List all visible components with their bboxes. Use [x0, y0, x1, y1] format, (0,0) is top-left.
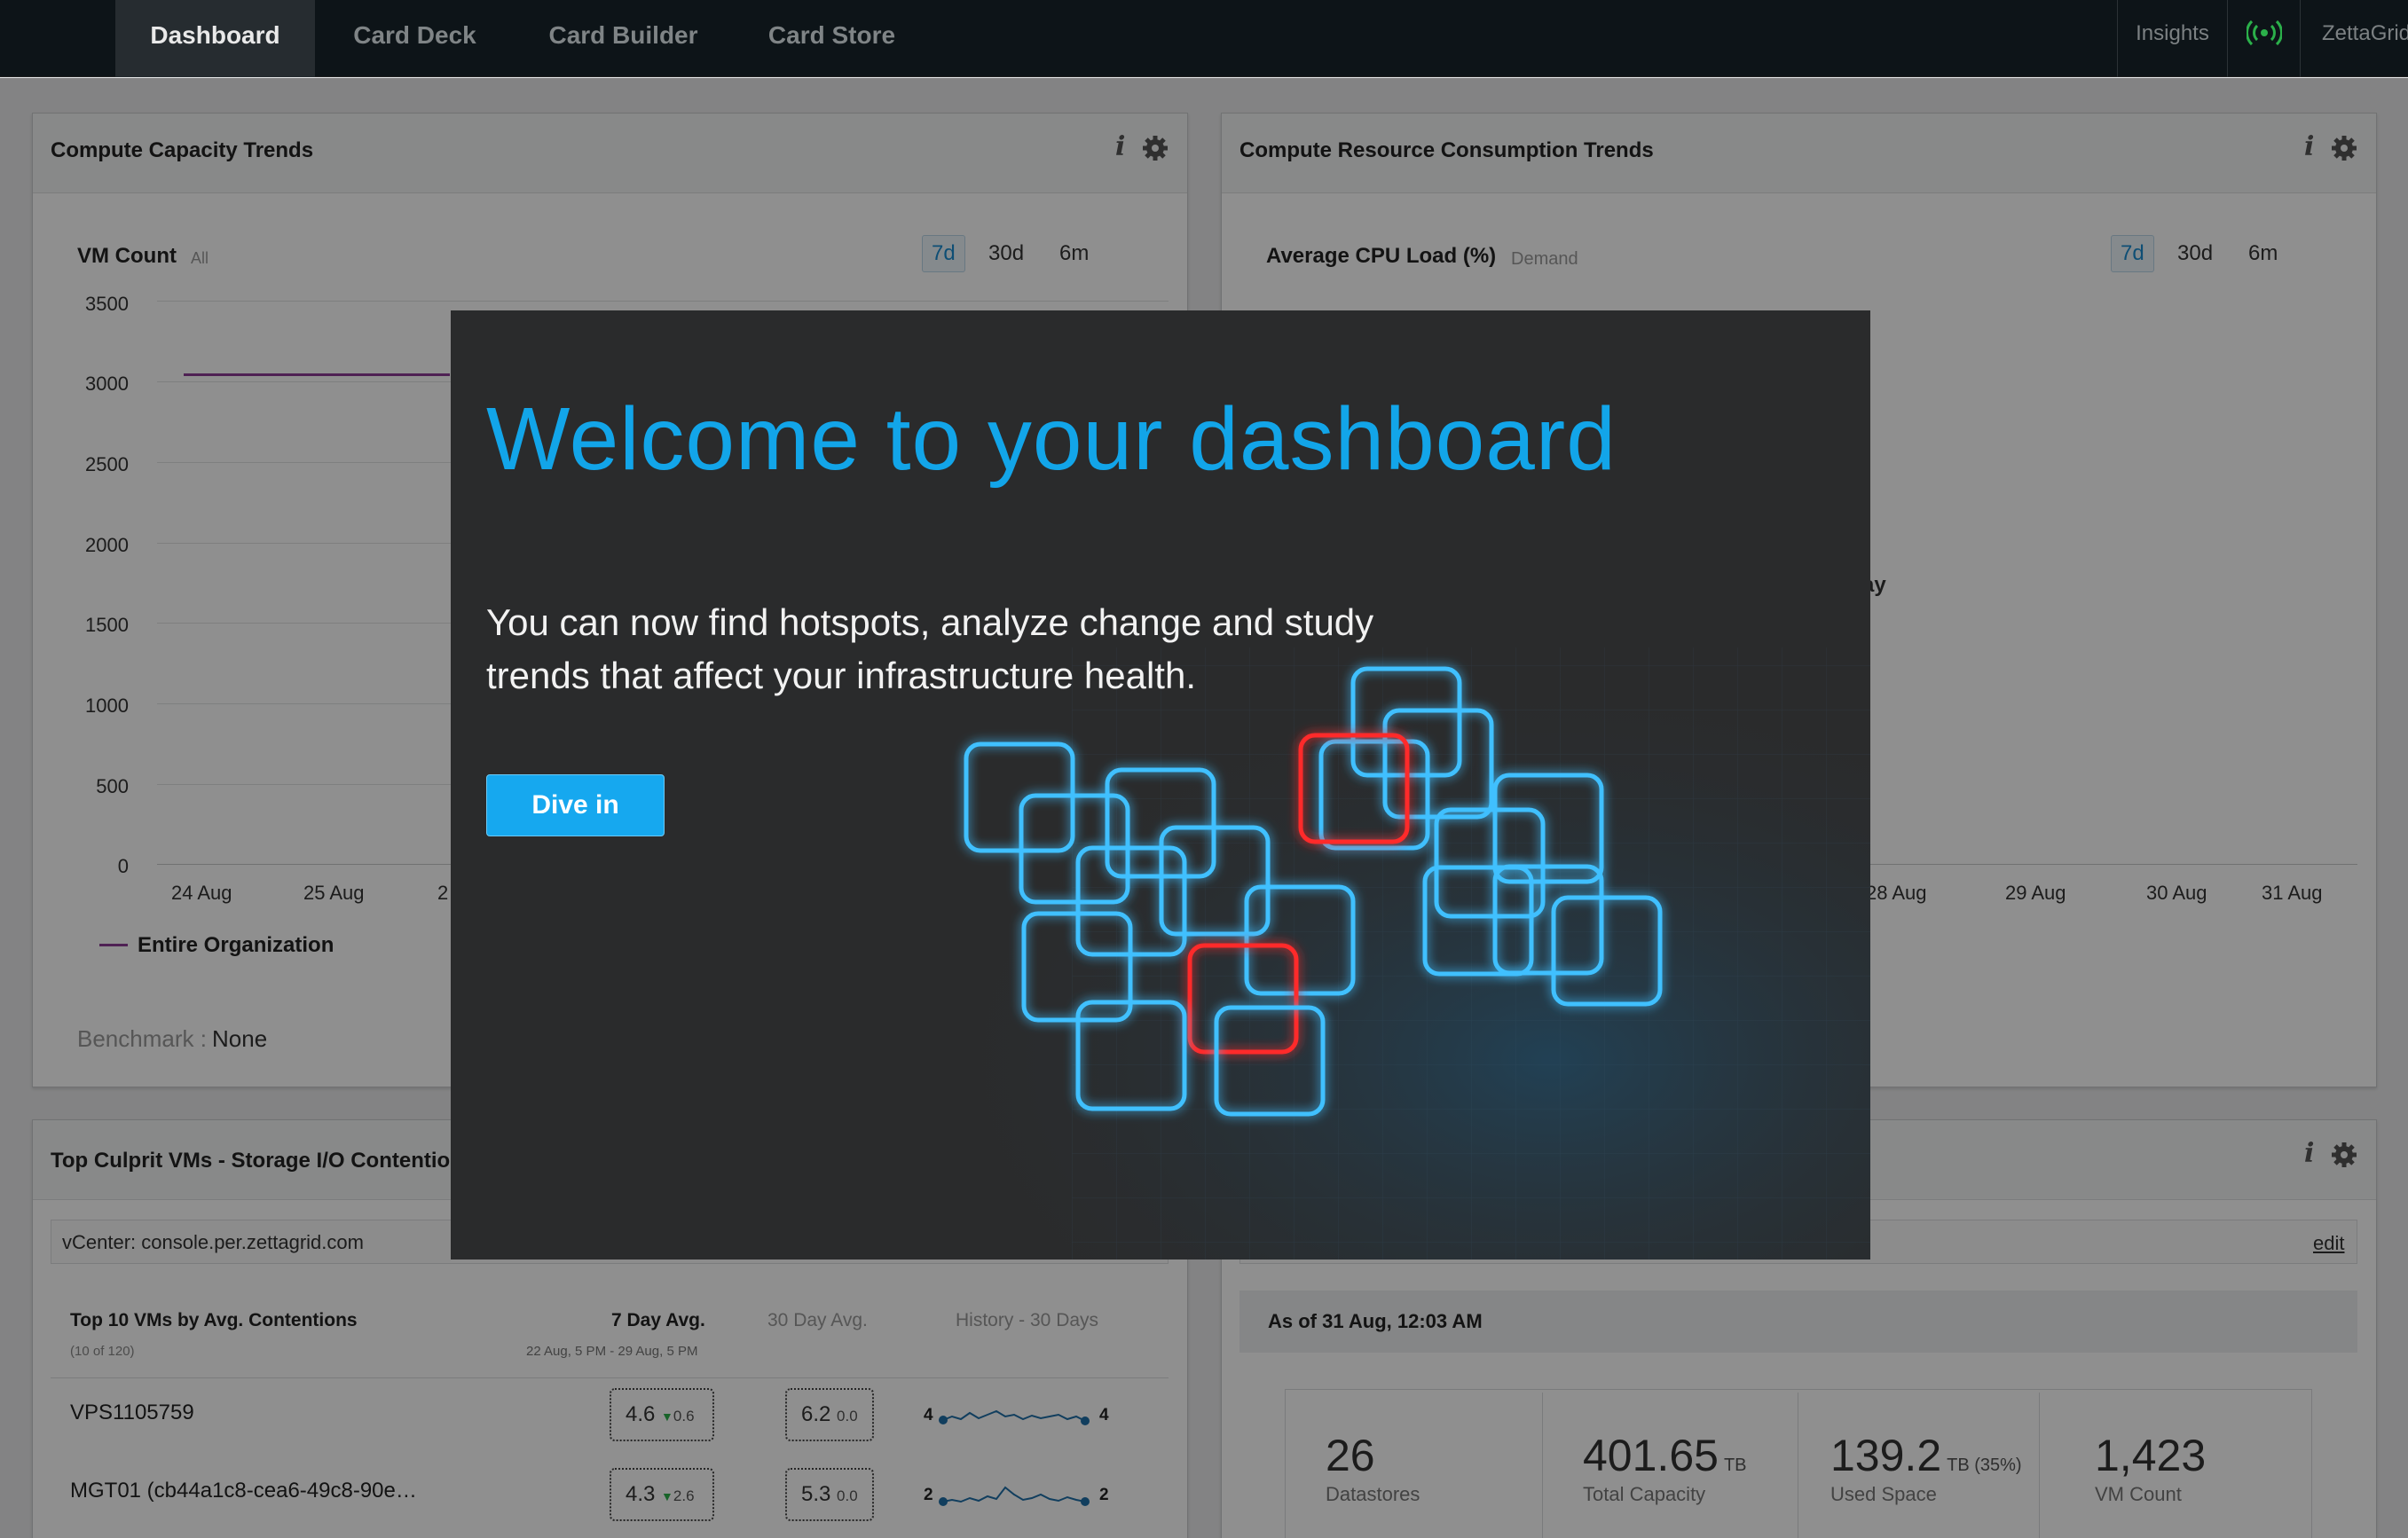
welcome-description: You can now find hotspots, analyze chang…	[486, 601, 1374, 696]
broadcast-icon	[2247, 20, 2282, 46]
nav-insights-link[interactable]: Insights	[2117, 0, 2227, 77]
nav-tab-card-store[interactable]: Card Store	[750, 0, 914, 77]
nav-tab-card-builder[interactable]: Card Builder	[523, 0, 723, 77]
welcome-title: Welcome to your dashboard	[486, 389, 1617, 489]
dive-in-button[interactable]: Dive in	[486, 774, 665, 836]
broadcast-button[interactable]	[2227, 0, 2300, 77]
nav-org-menu[interactable]: ZettaGrid	[2300, 0, 2408, 77]
nav-tab-dashboard[interactable]: Dashboard	[115, 0, 315, 77]
nav-tab-card-deck[interactable]: Card Deck	[333, 0, 497, 77]
top-navigation: Dashboard Card Deck Card Builder Card St…	[0, 0, 2408, 77]
welcome-modal: Welcome to your dashboard You can now fi…	[451, 310, 1870, 1259]
